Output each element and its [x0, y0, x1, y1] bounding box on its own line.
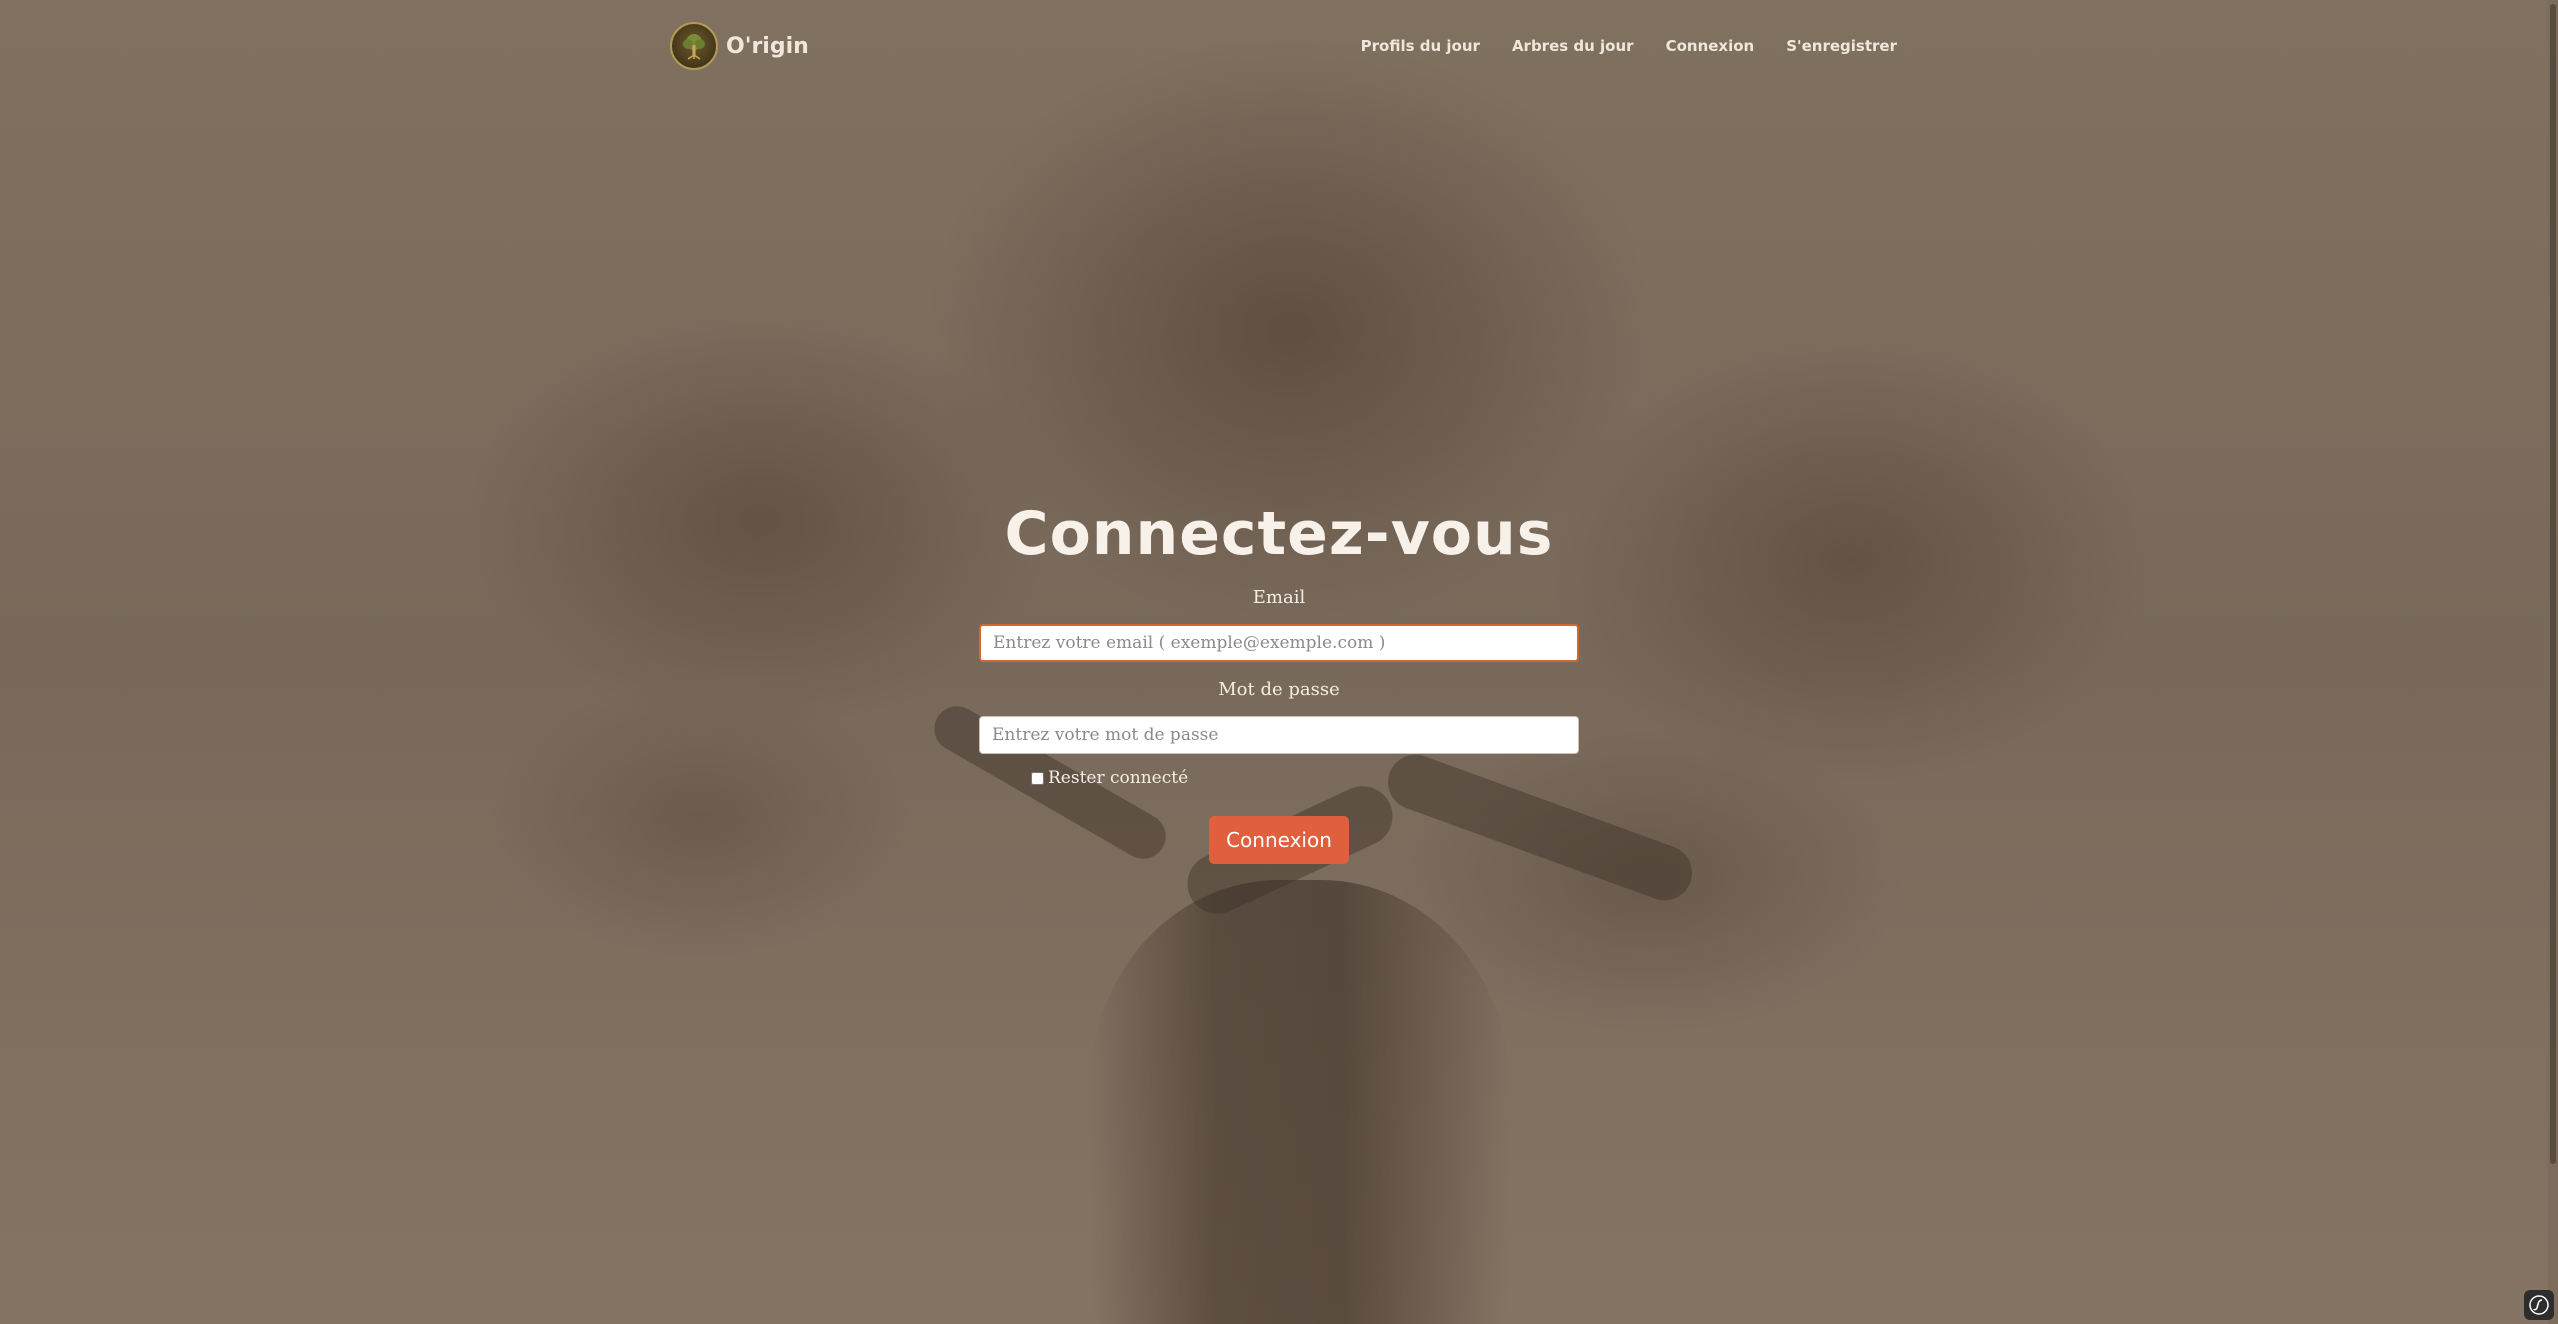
- email-field[interactable]: [979, 624, 1579, 662]
- login-form: Connectez-vous Email Mot de passe Rester…: [0, 490, 2558, 864]
- email-label: Email: [1252, 587, 1306, 608]
- password-label: Mot de passe: [1218, 679, 1340, 700]
- page-title: Connectez-vous: [1004, 499, 1554, 569]
- main-nav: Profils du jour Arbres du jour Connexion…: [1361, 37, 1897, 55]
- brand-home-link[interactable]: O'rigin: [670, 22, 809, 70]
- tree-logo-icon: [670, 22, 718, 70]
- site-header: O'rigin Profils du jour Arbres du jour C…: [670, 20, 1897, 72]
- login-submit-button[interactable]: Connexion: [1209, 816, 1349, 864]
- remember-me: Rester connecté: [979, 768, 1579, 788]
- remember-me-checkbox[interactable]: [1031, 771, 1044, 785]
- password-field[interactable]: [979, 716, 1579, 754]
- symfony-icon[interactable]: [2524, 1290, 2554, 1320]
- remember-me-label: Rester connecté: [1048, 768, 1189, 788]
- brand-name: O'rigin: [726, 33, 809, 59]
- nav-profils-du-jour[interactable]: Profils du jour: [1361, 37, 1480, 55]
- scrollbar-thumb[interactable]: [2550, 4, 2556, 1164]
- nav-arbres-du-jour[interactable]: Arbres du jour: [1512, 37, 1634, 55]
- nav-register[interactable]: S'enregistrer: [1786, 37, 1897, 55]
- page-scrollbar[interactable]: [2548, 0, 2558, 1324]
- nav-connexion[interactable]: Connexion: [1666, 37, 1755, 55]
